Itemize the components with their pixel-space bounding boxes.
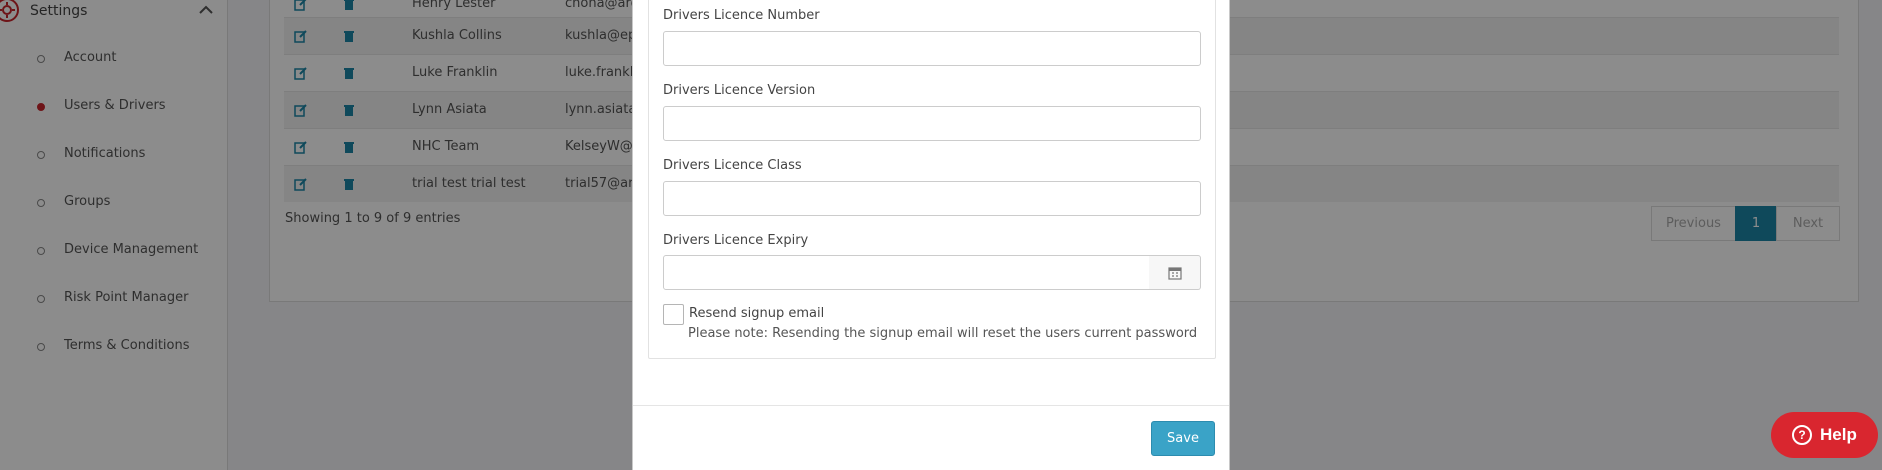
licence-class-label: Drivers Licence Class: [663, 158, 802, 173]
help-button[interactable]: ? Help: [1771, 412, 1878, 458]
licence-number-label: Drivers Licence Number: [663, 8, 820, 23]
help-label: Help: [1820, 425, 1857, 444]
question-circle-icon: ?: [1792, 425, 1812, 445]
licence-version-label: Drivers Licence Version: [663, 83, 816, 98]
licence-class-input[interactable]: [663, 181, 1201, 216]
modal-footer-divider: [633, 405, 1229, 406]
resend-signup-label[interactable]: Resend signup email: [689, 306, 824, 321]
licence-number-input[interactable]: [663, 31, 1201, 66]
save-button[interactable]: Save: [1151, 421, 1215, 456]
licence-expiry-input[interactable]: [663, 255, 1150, 290]
edit-user-modal: Drivers Licence Number Drivers Licence V…: [632, 0, 1230, 470]
resend-signup-checkbox[interactable]: [663, 304, 684, 325]
licence-expiry-label: Drivers Licence Expiry: [663, 233, 809, 248]
resend-note: Please note: Resending the signup email …: [688, 326, 1198, 341]
licence-version-input[interactable]: [663, 106, 1201, 141]
calendar-icon: [1168, 267, 1182, 280]
calendar-button[interactable]: [1149, 255, 1201, 290]
